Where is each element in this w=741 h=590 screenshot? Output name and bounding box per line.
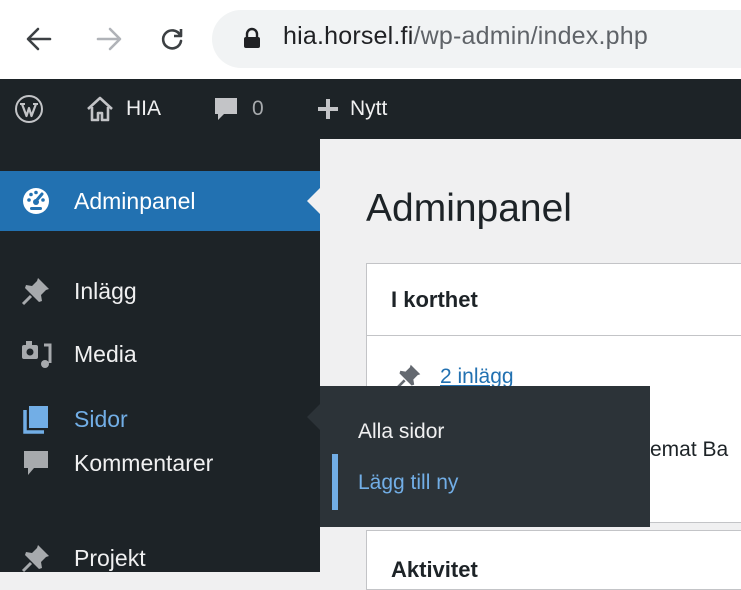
comments-count: 0 <box>252 97 264 120</box>
submenu-item-add-new[interactable]: Lägg till ny <box>358 471 458 495</box>
lock-icon <box>244 27 260 48</box>
comment-icon <box>215 98 237 120</box>
widget-title: I korthet <box>367 264 741 336</box>
sidebar-item-label: Projekt <box>74 544 146 571</box>
pages-icon <box>18 401 54 437</box>
widget-title: Aktivitet <box>391 557 478 582</box>
new-content-menu[interactable]: Nytt <box>316 79 387 139</box>
wp-logo-menu[interactable] <box>14 79 44 139</box>
admin-sidebar: Adminpanel Inlägg Media Sidor Kommentare… <box>0 139 320 573</box>
current-submenu-marker <box>332 454 338 510</box>
browser-toolbar: hia.horsel.fi/wp-admin/index.php <box>0 0 741 79</box>
sidebar-item-projects[interactable]: Projekt <box>0 529 320 587</box>
sidebar-item-label: Kommentarer <box>74 449 214 476</box>
sidebar-item-label: Inlägg <box>74 277 137 304</box>
sidebar-item-label: Adminpanel <box>74 187 196 214</box>
reload-button[interactable] <box>155 20 189 58</box>
page-title: Adminpanel <box>366 187 572 230</box>
comments-menu[interactable]: 0 <box>212 79 264 139</box>
site-name: HIA <box>126 97 162 120</box>
new-label: Nytt <box>350 97 388 120</box>
plus-icon <box>318 99 338 119</box>
back-button[interactable] <box>22 20 56 58</box>
arrow-right-icon <box>96 27 122 51</box>
dashboard-icon <box>18 183 54 219</box>
sidebar-item-comments[interactable]: Kommentarer <box>0 434 320 492</box>
theme-text: emat Ba <box>650 438 729 461</box>
comment-icon <box>18 445 54 481</box>
url-host: hia.horsel.fi <box>283 22 414 50</box>
sidebar-item-label: Media <box>74 340 137 367</box>
sidebar-item-posts[interactable]: Inlägg <box>0 262 320 320</box>
arrow-left-icon <box>26 27 52 51</box>
url-path: /wp-admin/index.php <box>413 22 648 50</box>
wordpress-logo-icon <box>15 95 43 123</box>
home-icon <box>87 96 113 122</box>
site-name-menu[interactable]: HIA <box>86 79 161 139</box>
submenu-item-all-pages[interactable]: Alla sidor <box>358 420 444 444</box>
flyout-pointer <box>307 403 321 431</box>
sidebar-item-label: Sidor <box>74 405 128 432</box>
url-text[interactable]: hia.horsel.fi/wp-admin/index.php <box>283 22 648 51</box>
forward-button[interactable] <box>92 20 126 58</box>
sidebar-item-dashboard[interactable]: Adminpanel <box>0 171 320 231</box>
pin-icon <box>18 540 54 576</box>
media-icon <box>18 336 54 372</box>
wp-admin-bar: HIA 0 Nytt <box>0 79 741 139</box>
sidebar-item-media[interactable]: Media <box>0 325 320 383</box>
active-indicator <box>307 188 320 214</box>
pin-icon <box>18 273 54 309</box>
reload-icon <box>161 29 183 50</box>
pages-submenu: Alla sidor Lägg till ny <box>320 386 650 527</box>
